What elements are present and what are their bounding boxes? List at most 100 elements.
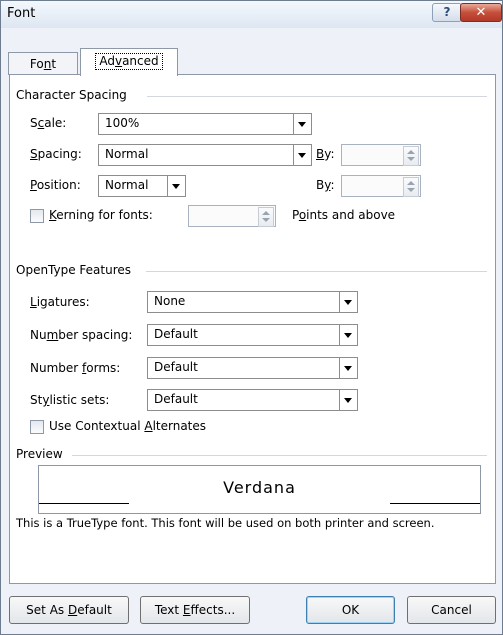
- tab-font[interactable]: Font: [8, 52, 78, 75]
- position-dropdown-arrow[interactable]: [167, 176, 185, 196]
- font-dialog: Font ? ✕ Font Advanced Character Spacing…: [0, 0, 503, 635]
- spin-down-icon: [262, 218, 270, 222]
- position-value: Normal: [105, 178, 149, 192]
- ligatures-value: None: [154, 294, 186, 308]
- ligatures-label: Ligatures:: [30, 295, 90, 309]
- close-icon: ✕: [475, 5, 487, 20]
- label-text: S: [30, 116, 38, 130]
- kerning-spin-buttons[interactable]: [258, 207, 274, 227]
- spacing-value: Normal: [105, 147, 149, 161]
- cancel-button[interactable]: Cancel: [407, 596, 496, 624]
- ok-button[interactable]: OK: [306, 596, 395, 624]
- label-text: igatures:: [36, 295, 90, 309]
- tab-advanced-accesskey: v: [114, 54, 123, 68]
- spacing-by-label: By:: [316, 147, 335, 161]
- opentype-separator: [146, 271, 487, 272]
- chevron-down-icon: [344, 366, 352, 371]
- number-spacing-combo[interactable]: Default: [147, 324, 358, 346]
- ligatures-dropdown-arrow[interactable]: [339, 292, 357, 312]
- chevron-down-icon: [344, 300, 352, 305]
- number-spacing-value: Default: [154, 327, 198, 341]
- preview-separator: [72, 455, 487, 456]
- position-by-spinner[interactable]: [341, 175, 421, 197]
- number-forms-combo[interactable]: Default: [147, 357, 358, 379]
- kerning-label: Kerning for fonts:: [49, 208, 153, 222]
- number-forms-value: Default: [154, 360, 198, 374]
- number-forms-dropdown-arrow[interactable]: [339, 358, 357, 378]
- ligatures-combo[interactable]: None: [147, 291, 358, 313]
- kerning-points-spinner[interactable]: [188, 205, 276, 227]
- label-text: :: [330, 178, 335, 192]
- accesskey-char: P: [30, 178, 37, 192]
- spacing-label: Spacing:: [30, 147, 82, 161]
- spacing-by-spin-buttons[interactable]: [403, 146, 419, 166]
- character-spacing-heading: Character Spacing: [16, 88, 127, 102]
- accesskey-char: E: [182, 603, 191, 617]
- label-text: Text: [154, 603, 183, 617]
- scale-dropdown-arrow[interactable]: [293, 114, 311, 134]
- chevron-down-icon: [172, 184, 180, 189]
- close-button[interactable]: ✕: [460, 3, 502, 22]
- set-as-default-button[interactable]: Set As Default: [9, 596, 129, 624]
- spin-down-icon: [407, 157, 415, 161]
- preview-baseline-right: [390, 503, 480, 504]
- label-text: erning for fonts:: [56, 208, 153, 222]
- label-text: Use Contextual: [49, 419, 145, 433]
- scale-label: Scale:: [30, 116, 66, 130]
- tab-advanced-text-rest: anced: [122, 54, 159, 68]
- preview-baseline-left: [39, 503, 129, 504]
- label-text: ber spacing:: [58, 328, 133, 342]
- label-text: y:: [324, 147, 335, 161]
- tab-advanced-label: Advanced: [95, 53, 163, 70]
- label-text: efault: [77, 603, 112, 617]
- scale-combo[interactable]: 100%: [98, 113, 312, 135]
- stylistic-sets-combo[interactable]: Default: [147, 389, 358, 411]
- accesskey-char: L: [30, 295, 37, 309]
- chevron-down-icon: [344, 398, 352, 403]
- preview-sample-text: Verdana: [223, 478, 296, 497]
- points-and-above-label: Points and above: [292, 208, 395, 222]
- label-text: Set As: [26, 603, 68, 617]
- label-text: pacing:: [37, 147, 82, 161]
- number-spacing-dropdown-arrow[interactable]: [339, 325, 357, 345]
- label-text: orms:: [86, 361, 121, 375]
- label-text: Nu: [30, 328, 47, 342]
- label-text: ints and above: [306, 208, 396, 222]
- preview-box: Verdana: [38, 465, 481, 514]
- label-text: P: [292, 208, 299, 222]
- label-text: ale:: [44, 116, 67, 130]
- opentype-heading: OpenType Features: [16, 263, 132, 277]
- tab-advanced[interactable]: Advanced: [80, 48, 178, 76]
- title-bar: Font ? ✕: [1, 1, 502, 28]
- chevron-down-icon: [344, 333, 352, 338]
- stylistic-sets-value: Default: [154, 392, 198, 406]
- position-by-spin-buttons[interactable]: [403, 177, 419, 197]
- stylistic-sets-dropdown-arrow[interactable]: [339, 390, 357, 410]
- contextual-alternates-checkbox[interactable]: [30, 420, 44, 434]
- position-combo[interactable]: Normal: [98, 175, 186, 197]
- label-text: ffects...: [190, 603, 236, 617]
- spin-up-icon: [407, 150, 415, 154]
- accesskey-char: m: [46, 328, 59, 342]
- accesskey-char: B: [316, 147, 325, 161]
- contextual-alternates-label: Use Contextual Alternates: [49, 419, 206, 433]
- label-text: listic sets:: [49, 393, 110, 407]
- spacing-combo[interactable]: Normal: [98, 144, 312, 166]
- help-button[interactable]: ?: [432, 3, 462, 22]
- tab-font-label-rest: t: [51, 57, 57, 71]
- label-text: Number: [30, 361, 83, 375]
- chevron-down-icon: [298, 122, 306, 127]
- spin-down-icon: [407, 188, 415, 192]
- spacing-dropdown-arrow[interactable]: [293, 145, 311, 165]
- label-text: lternates: [152, 419, 207, 433]
- kerning-checkbox[interactable]: [30, 209, 44, 223]
- text-effects-button[interactable]: Text Effects...: [140, 596, 250, 624]
- tab-advanced-text: Ad: [99, 54, 115, 68]
- dialog-title: Font: [7, 6, 36, 21]
- help-icon: ?: [443, 5, 451, 19]
- spacing-by-spinner[interactable]: [341, 144, 421, 166]
- label-text: St: [30, 393, 43, 407]
- accesskey-char: S: [30, 147, 38, 161]
- chevron-down-icon: [298, 153, 306, 158]
- tab-font-label: Fo: [29, 57, 44, 71]
